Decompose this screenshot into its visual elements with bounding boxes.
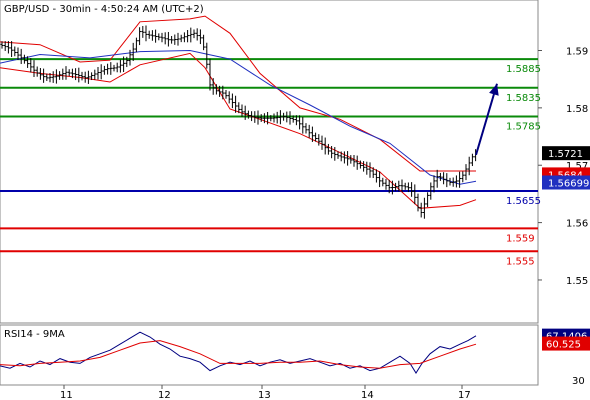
level-label-3: 1.5655 <box>506 196 541 207</box>
time-tick-label-0: 11 <box>60 390 73 400</box>
time-tick-label-4: 17 <box>458 390 471 400</box>
price-tick-label-1: 1.58 <box>566 104 588 115</box>
price-tags: 1.57211.56841.56699 <box>542 146 590 190</box>
level-label-0: 1.5885 <box>506 64 541 75</box>
level-label-5: 1.555 <box>506 256 535 267</box>
rsi-title: RSI14 - 9MA <box>4 329 65 340</box>
price-tick-label-3: 1.56 <box>566 219 588 230</box>
rsi-tick-label-1: 30 <box>572 376 585 387</box>
rsi-readout-1: 60.525 <box>546 340 581 351</box>
current-price-tag: 1.5721 <box>548 149 583 160</box>
level-label-1: 1.5835 <box>506 93 541 104</box>
level-label-4: 1.559 <box>506 233 535 244</box>
time-tick-label-3: 14 <box>361 390 374 400</box>
price-tag-1: 1.56699 <box>548 178 589 189</box>
chart-canvas: GBP/USD - 30min - 4:50:24 AM (UTC+2) RSI… <box>0 0 590 400</box>
price-tick-label-0: 1.59 <box>566 46 588 57</box>
level-label-2: 1.5785 <box>506 121 541 132</box>
time-tick-label-1: 12 <box>158 390 171 400</box>
time-tick-label-2: 13 <box>258 390 271 400</box>
price-tick-label-4: 1.55 <box>566 276 588 287</box>
chart-title: GBP/USD - 30min - 4:50:24 AM (UTC+2) <box>4 4 204 15</box>
